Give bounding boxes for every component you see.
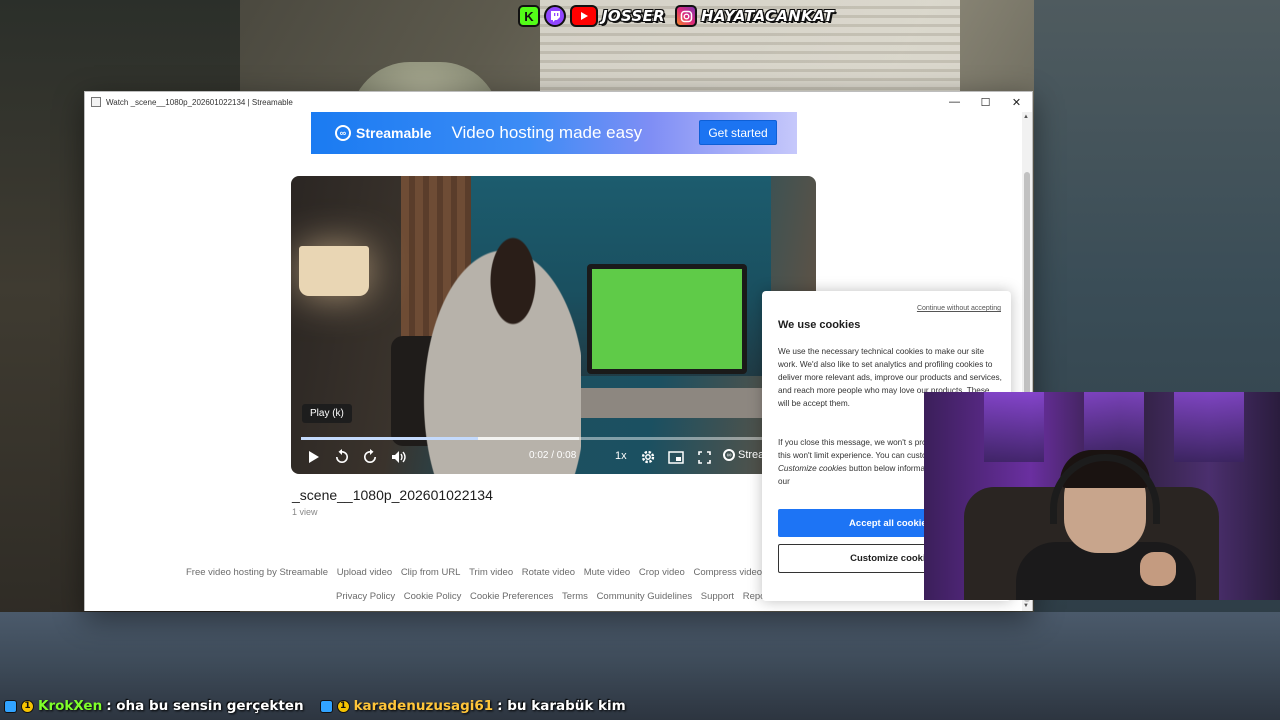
twitch-icon bbox=[544, 5, 566, 27]
get-started-button[interactable]: Get started bbox=[699, 120, 777, 145]
cookie-description-end: accept them. bbox=[803, 399, 850, 408]
playback-speed-button[interactable]: 1x bbox=[615, 450, 627, 462]
chat-username: KrokXen bbox=[38, 698, 103, 714]
close-button[interactable]: ✕ bbox=[1001, 92, 1032, 112]
kick-icon: K bbox=[518, 5, 540, 27]
footer-link[interactable]: Free video hosting by Streamable bbox=[186, 567, 328, 578]
footer-link[interactable]: Rotate video bbox=[522, 567, 575, 578]
youtube-handle: JOSSER bbox=[602, 7, 666, 25]
chat-message: : bu karabük kim bbox=[497, 698, 626, 714]
webcam-poster bbox=[984, 392, 1044, 462]
streamable-banner-ad[interactable]: ∞ Streamable Video hosting made easy Get… bbox=[311, 112, 797, 154]
footer-link[interactable]: Trim video bbox=[469, 567, 513, 578]
scroll-down-icon[interactable]: ▼ bbox=[1023, 603, 1029, 609]
settings-button[interactable] bbox=[637, 446, 659, 468]
footer-link[interactable]: Crop video bbox=[639, 567, 685, 578]
play-tooltip: Play (k) bbox=[302, 404, 352, 423]
video-frame-lamp bbox=[299, 246, 369, 296]
gear-icon bbox=[641, 450, 655, 464]
cookie-close-note-button: button below bbox=[849, 464, 896, 473]
youtube-icon bbox=[570, 5, 598, 27]
volume-icon bbox=[392, 451, 406, 463]
footer-link[interactable]: Community Guidelines bbox=[597, 591, 693, 602]
banner-tagline: Video hosting made easy bbox=[451, 123, 643, 142]
player-controls: 0:02 / 0:08 1x ∞ Strea bbox=[291, 446, 816, 470]
video-player[interactable]: Play (k) 0:02 / 0:08 1x ∞ Strea bbox=[291, 176, 816, 474]
footer-link[interactable]: Cookie Preferences bbox=[470, 591, 553, 602]
volume-button[interactable] bbox=[388, 446, 410, 468]
instagram-handle: HAYATACANKAT bbox=[701, 7, 835, 25]
picture-in-picture-button[interactable] bbox=[665, 446, 687, 468]
continue-without-accepting-link[interactable]: Continue without accepting bbox=[917, 305, 1001, 312]
window-title: Watch _scene__1080p_202601022134 | Strea… bbox=[106, 97, 293, 107]
gift-badge-icon: 1 bbox=[21, 699, 34, 713]
footer-link[interactable]: Terms bbox=[562, 591, 588, 602]
footer-link[interactable]: Mute video bbox=[584, 567, 630, 578]
instagram-icon bbox=[675, 5, 698, 27]
scroll-up-icon[interactable]: ▲ bbox=[1023, 114, 1029, 120]
video-view-count: 1 view bbox=[292, 507, 318, 517]
player-brand-text: Strea bbox=[738, 449, 765, 461]
time-display: 0:02 / 0:08 bbox=[529, 450, 577, 461]
forward-button[interactable] bbox=[359, 446, 381, 468]
stream-chat: 1 KrokXen : oha bu sensin gerçekten 1 ka… bbox=[4, 695, 638, 717]
banner-brand: Streamable bbox=[356, 125, 432, 141]
footer-link[interactable]: Clip from URL bbox=[401, 567, 461, 578]
window-titlebar: Watch _scene__1080p_202601022134 | Strea… bbox=[85, 92, 1032, 112]
streamable-player-logo[interactable]: ∞ Strea bbox=[723, 449, 764, 461]
rewind-icon bbox=[336, 449, 348, 463]
footer-link[interactable]: Upload video bbox=[337, 567, 392, 578]
streamable-icon: ∞ bbox=[723, 449, 735, 461]
webcam-overlay bbox=[924, 392, 1280, 600]
video-frame-monitor bbox=[587, 264, 747, 374]
minimize-button[interactable]: — bbox=[939, 92, 970, 112]
rewind-button[interactable] bbox=[331, 446, 353, 468]
pip-icon bbox=[668, 450, 684, 464]
fullscreen-button[interactable] bbox=[693, 446, 715, 468]
chat-username: karadenuzusagi61 bbox=[353, 698, 494, 714]
play-button[interactable] bbox=[303, 446, 325, 468]
cookie-title: We use cookies bbox=[778, 319, 861, 331]
footer-link[interactable]: Compress video bbox=[693, 567, 762, 578]
progress-bar[interactable] bbox=[301, 437, 806, 440]
social-overlay: K JOSSER HAYATACANKAT bbox=[518, 5, 840, 27]
footer-link[interactable]: Support bbox=[701, 591, 734, 602]
webcam-poster bbox=[1174, 392, 1244, 462]
maximize-button[interactable]: ☐ bbox=[970, 92, 1001, 112]
fullscreen-icon bbox=[697, 450, 711, 464]
sub-badge-icon bbox=[4, 699, 17, 713]
streamable-logo-icon: ∞ bbox=[335, 125, 351, 141]
play-icon bbox=[309, 451, 319, 463]
gift-badge-icon: 1 bbox=[336, 699, 350, 713]
sub-badge-icon bbox=[319, 699, 333, 713]
green-screen bbox=[592, 269, 742, 369]
page-favicon-icon bbox=[91, 97, 101, 107]
chat-message: : oha bu sensin gerçekten bbox=[106, 698, 304, 714]
forward-icon bbox=[364, 449, 376, 463]
footer-link[interactable]: Privacy Policy bbox=[336, 591, 395, 602]
cookie-close-note-customize: Customize cookies bbox=[778, 464, 847, 473]
video-title: _scene__1080p_202601022134 bbox=[292, 487, 493, 503]
webcam-streamer-hand bbox=[1140, 552, 1176, 586]
footer-link[interactable]: Cookie Policy bbox=[404, 591, 462, 602]
progress-buffer bbox=[301, 437, 579, 440]
